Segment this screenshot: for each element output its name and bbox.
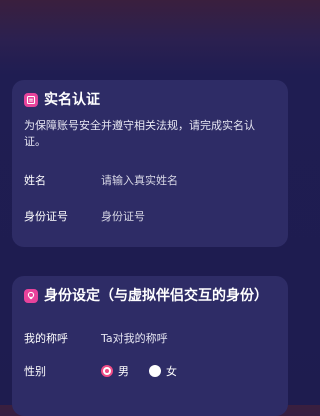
nickname-value[interactable]: Ta对我的称呼 [101,330,168,346]
card-header: 实名认证 [24,91,100,109]
verification-notice: 为保障账号安全并遵守相关法规，请完成实名认证。 [24,119,255,148]
real-name-verification-card: 实名认证 为保障账号安全并遵守相关法规，请完成实名认证。 姓名 身份证号 [12,80,288,247]
lightbulb-icon [24,289,38,303]
radio-button-checked[interactable] [101,365,113,377]
id-number-row: 身份证号 [24,207,276,225]
gender-radio-group: 男 女 [101,363,197,379]
id-number-input[interactable] [101,209,276,223]
radio-button-unchecked[interactable] [149,365,161,377]
gender-row: 性别 男 女 [24,362,276,380]
id-card-icon [24,93,38,107]
gender-label: 性别 [24,365,46,378]
gender-option-label: 男 [118,365,129,378]
nickname-label: 我的称呼 [24,332,68,345]
identity-settings-card: 身份设定（与虚拟伴侣交互的身份） 我的称呼 Ta对我的称呼 性别 男 女 [12,276,288,416]
gender-option-female[interactable]: 女 [149,363,177,379]
gender-option-label: 女 [166,365,177,378]
card-header: 身份设定（与虚拟伴侣交互的身份） [24,287,268,305]
id-number-label: 身份证号 [24,210,68,223]
name-label: 姓名 [24,174,46,187]
identity-title: 身份设定（与虚拟伴侣交互的身份） [44,288,268,304]
name-row: 姓名 [24,171,276,189]
gender-option-male[interactable]: 男 [101,363,129,379]
verification-title: 实名认证 [44,92,100,108]
real-name-input[interactable] [101,173,276,187]
nickname-row[interactable]: 我的称呼 Ta对我的称呼 [24,329,276,347]
